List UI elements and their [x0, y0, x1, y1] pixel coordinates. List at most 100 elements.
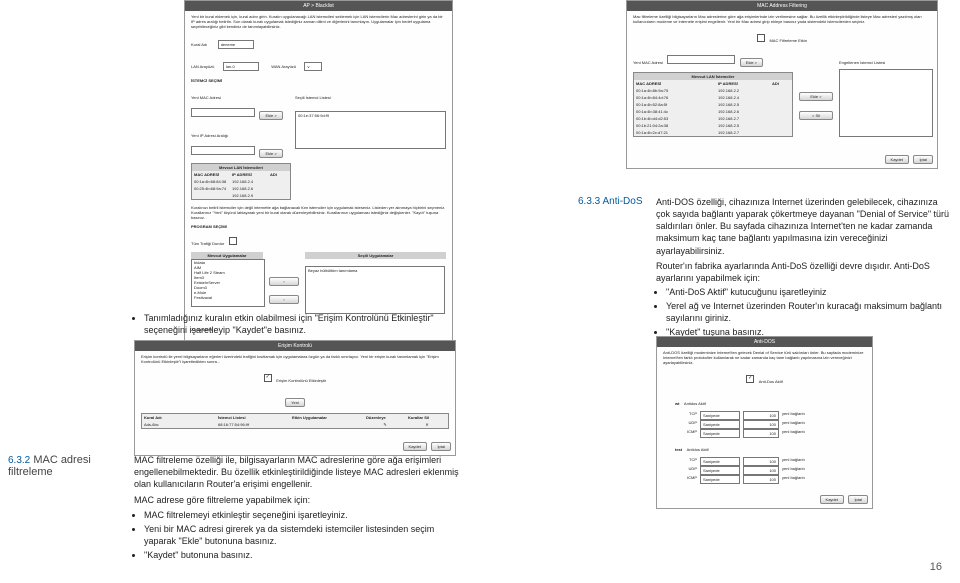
shot1-title: AP > Blacklist: [185, 1, 452, 11]
c4: Düzenleye: [364, 414, 406, 421]
col-mac: MAC ADRESİ: [192, 171, 230, 178]
shot2-add-button[interactable]: Ekle >: [740, 58, 763, 67]
inp-udp2-period[interactable]: Saniyede: [700, 466, 740, 475]
table-row[interactable]: 00:1a:4b:2c:d7:21192.168.2.7: [634, 129, 792, 136]
app-item[interactable]: Festivaval: [194, 295, 262, 300]
cell-ip: 192.168.2.4: [230, 178, 268, 185]
table-row[interactable]: 00:1a:4b:8b:9a:75192.168.2.2: [634, 87, 792, 94]
shot1-add-ip-button[interactable]: Ekle >: [259, 149, 282, 158]
shot1-daily-chk[interactable]: [229, 237, 237, 245]
cell-mac: 00:1a:4b:52:8a:5f: [634, 101, 716, 108]
table-row[interactable]: 00:1a:4b:84:4d:76192.168.2.4: [634, 94, 792, 101]
cell-mac: 00:1a:4b:68:84:38: [192, 178, 230, 185]
shot3-cancel-button[interactable]: İptal: [431, 442, 451, 451]
inp-tcp-period[interactable]: Saniyede: [700, 411, 740, 420]
sec632-b2: Yeni bir MAC adresi girerek ya da sistem…: [144, 523, 464, 547]
cell-clients: 68:16:77:54:96:9f: [216, 421, 290, 428]
shot4-cancel-button[interactable]: İptal: [848, 495, 868, 504]
shot2-save-button[interactable]: Kaydet: [885, 155, 909, 164]
col-ip: IP ADRESİ: [230, 171, 268, 178]
c1: Kural Adı: [142, 414, 216, 421]
shot2-lan-title: Mevcut LAN İstemciler: [634, 73, 792, 80]
shot1-selected-box[interactable]: 00:1e:37:56:9d:f9: [295, 111, 446, 149]
shot1-newip-input[interactable]: [191, 146, 255, 155]
c5: Kurallar Sil: [406, 414, 448, 421]
sec632-p2: MAC adrese göre filtreleme yapabilmek iç…: [134, 494, 464, 506]
shot1-rule-input[interactable]: deneme: [218, 40, 254, 49]
shot1-selected-title: Seçili İstemci Listesi: [295, 95, 331, 100]
edit-icon[interactable]: ✎: [383, 422, 386, 427]
shot4-save-button[interactable]: Kaydet: [820, 495, 844, 504]
shot1-prog-head: PROGRAM SEÇİMİ: [185, 222, 452, 231]
shot1-lan-table-title: Mevcut LAN İstemcileri: [192, 164, 290, 171]
sec633-b2: Yerel ağ ve Internet üzerinden Router'ın…: [666, 300, 952, 324]
lbl-udp: UDP: [675, 420, 697, 429]
inp-tcp2-val[interactable]: 100: [743, 457, 779, 466]
cell-ip: 192.168.2.9: [230, 192, 268, 199]
shot4-title: Anti-DOS: [657, 337, 872, 347]
table-row[interactable]: 00:1a:4b:38:41:4c192.168.2.6: [634, 108, 792, 115]
shot2-hint: Mac filtreleme özelliği bilgisayarların …: [627, 11, 937, 27]
table-row[interactable]: 00:1b:4b:d4:d2:53192.168.2.7: [634, 115, 792, 122]
sec633-p2: Router'ın fabrika ayarlarında Anti-DoS ö…: [656, 260, 952, 284]
shot2-cancel-button[interactable]: İptal: [913, 155, 933, 164]
inp-tcp-val[interactable]: 100: [743, 411, 779, 420]
inp-icmp2-val[interactable]: 100: [743, 475, 779, 484]
lbl-icmp: ICMP: [675, 429, 697, 438]
shot3-enable-chk[interactable]: [264, 374, 272, 382]
shot2-title: MAC Address Filtering: [627, 1, 937, 11]
cell-ip: 192.168.2.2: [716, 87, 770, 94]
shot2-enable-lbl: MAC Filtreleme Etkin: [769, 38, 807, 43]
lbl-unit: yeni bağlantı: [782, 457, 805, 466]
inp-udp2-val[interactable]: 100: [743, 466, 779, 475]
shot2-move-add-button[interactable]: Ekle >: [799, 92, 833, 101]
table-row[interactable]: 00:1a:4b:68:84:38192.168.2.4: [192, 178, 290, 185]
shot2-newmac-input[interactable]: [667, 55, 735, 64]
cell-rulename: Ads-6bc: [142, 421, 216, 428]
shot1-daily-lbl: Tüm Trafiği Durdur: [191, 241, 224, 246]
selapp-box[interactable]: Beyaz bülbültüm tanımlama: [305, 266, 445, 314]
inp-icmp-val[interactable]: 100: [743, 429, 779, 438]
table-row[interactable]: 00:25:4b:68:9a:74192.168.2.6: [192, 185, 290, 192]
col-ip: IP ADRESİ: [716, 80, 770, 87]
sec633-num: 6.3.3: [578, 196, 600, 207]
cell-ip: 192.168.2.5: [716, 122, 770, 129]
shot1-newmac-input[interactable]: [191, 108, 255, 117]
cell-mac: 00:1a:4b:38:41:4c: [634, 108, 716, 115]
cell-ip: 192.168.2.5: [716, 101, 770, 108]
delete-icon[interactable]: ✕: [425, 422, 428, 427]
table-row[interactable]: Ads-6bc 68:16:77:54:96:9f ✎ ✕: [142, 421, 448, 428]
sec632-b1: MAC filtrelemeyi etkinleştir seçeneğini …: [144, 509, 464, 521]
shot3-save-button[interactable]: Kaydet: [403, 442, 427, 451]
lbl-unit: yeni bağlantı: [782, 429, 805, 438]
shot3-enable-lbl: Erişim Kontrolünü Etkinleştir: [276, 378, 326, 383]
table-row[interactable]: 192.168.2.9: [192, 192, 290, 199]
shot1-app-add-button[interactable]: ›: [269, 277, 299, 286]
shot1-add-mac-button[interactable]: Ekle >: [259, 111, 282, 120]
cell-mac: 00:1a:4b:8b:9a:75: [634, 87, 716, 94]
box1-sub: Antidos Aktif: [684, 401, 706, 406]
page-number: 16: [930, 561, 942, 573]
shot4-enable-chk[interactable]: [746, 375, 754, 383]
sec633-b1: "Anti-DoS Aktif" kutucuğunu işaretleyini…: [666, 286, 952, 298]
inp-icmp-period[interactable]: Saniyede: [700, 429, 740, 438]
table-row[interactable]: 00:1a:4b:52:8a:5f192.168.2.5: [634, 101, 792, 108]
shot2-move-del-button[interactable]: < Sil: [799, 111, 833, 120]
shot2-blocked-box[interactable]: [839, 69, 933, 137]
cell-ip: 192.168.2.6: [230, 185, 268, 192]
shot1-lan-sel[interactable]: lan-0: [223, 62, 259, 71]
shot2-enable-chk[interactable]: [757, 34, 765, 42]
shot1-wan-sel[interactable]: v: [304, 62, 322, 71]
shot1-app-remove-button[interactable]: ‹: [269, 295, 299, 304]
shot3-new-button[interactable]: Yeni: [285, 398, 305, 407]
lbl-tcp: TCP: [675, 411, 697, 420]
inp-udp-period[interactable]: Saniyede: [700, 420, 740, 429]
cell-ip: 192.168.2.4: [716, 94, 770, 101]
inp-udp-val[interactable]: 100: [743, 420, 779, 429]
table-row[interactable]: 00:1b:21:04:2a:38192.168.2.5: [634, 122, 792, 129]
col-name: ADI: [268, 171, 290, 178]
sec633-title: Anti-DoS: [602, 196, 642, 207]
sec632-b3: "Kaydet" butonuna basınız.: [144, 549, 464, 561]
inp-tcp2-period[interactable]: Saniyede: [700, 457, 740, 466]
inp-icmp2-period[interactable]: Saniyede: [700, 475, 740, 484]
